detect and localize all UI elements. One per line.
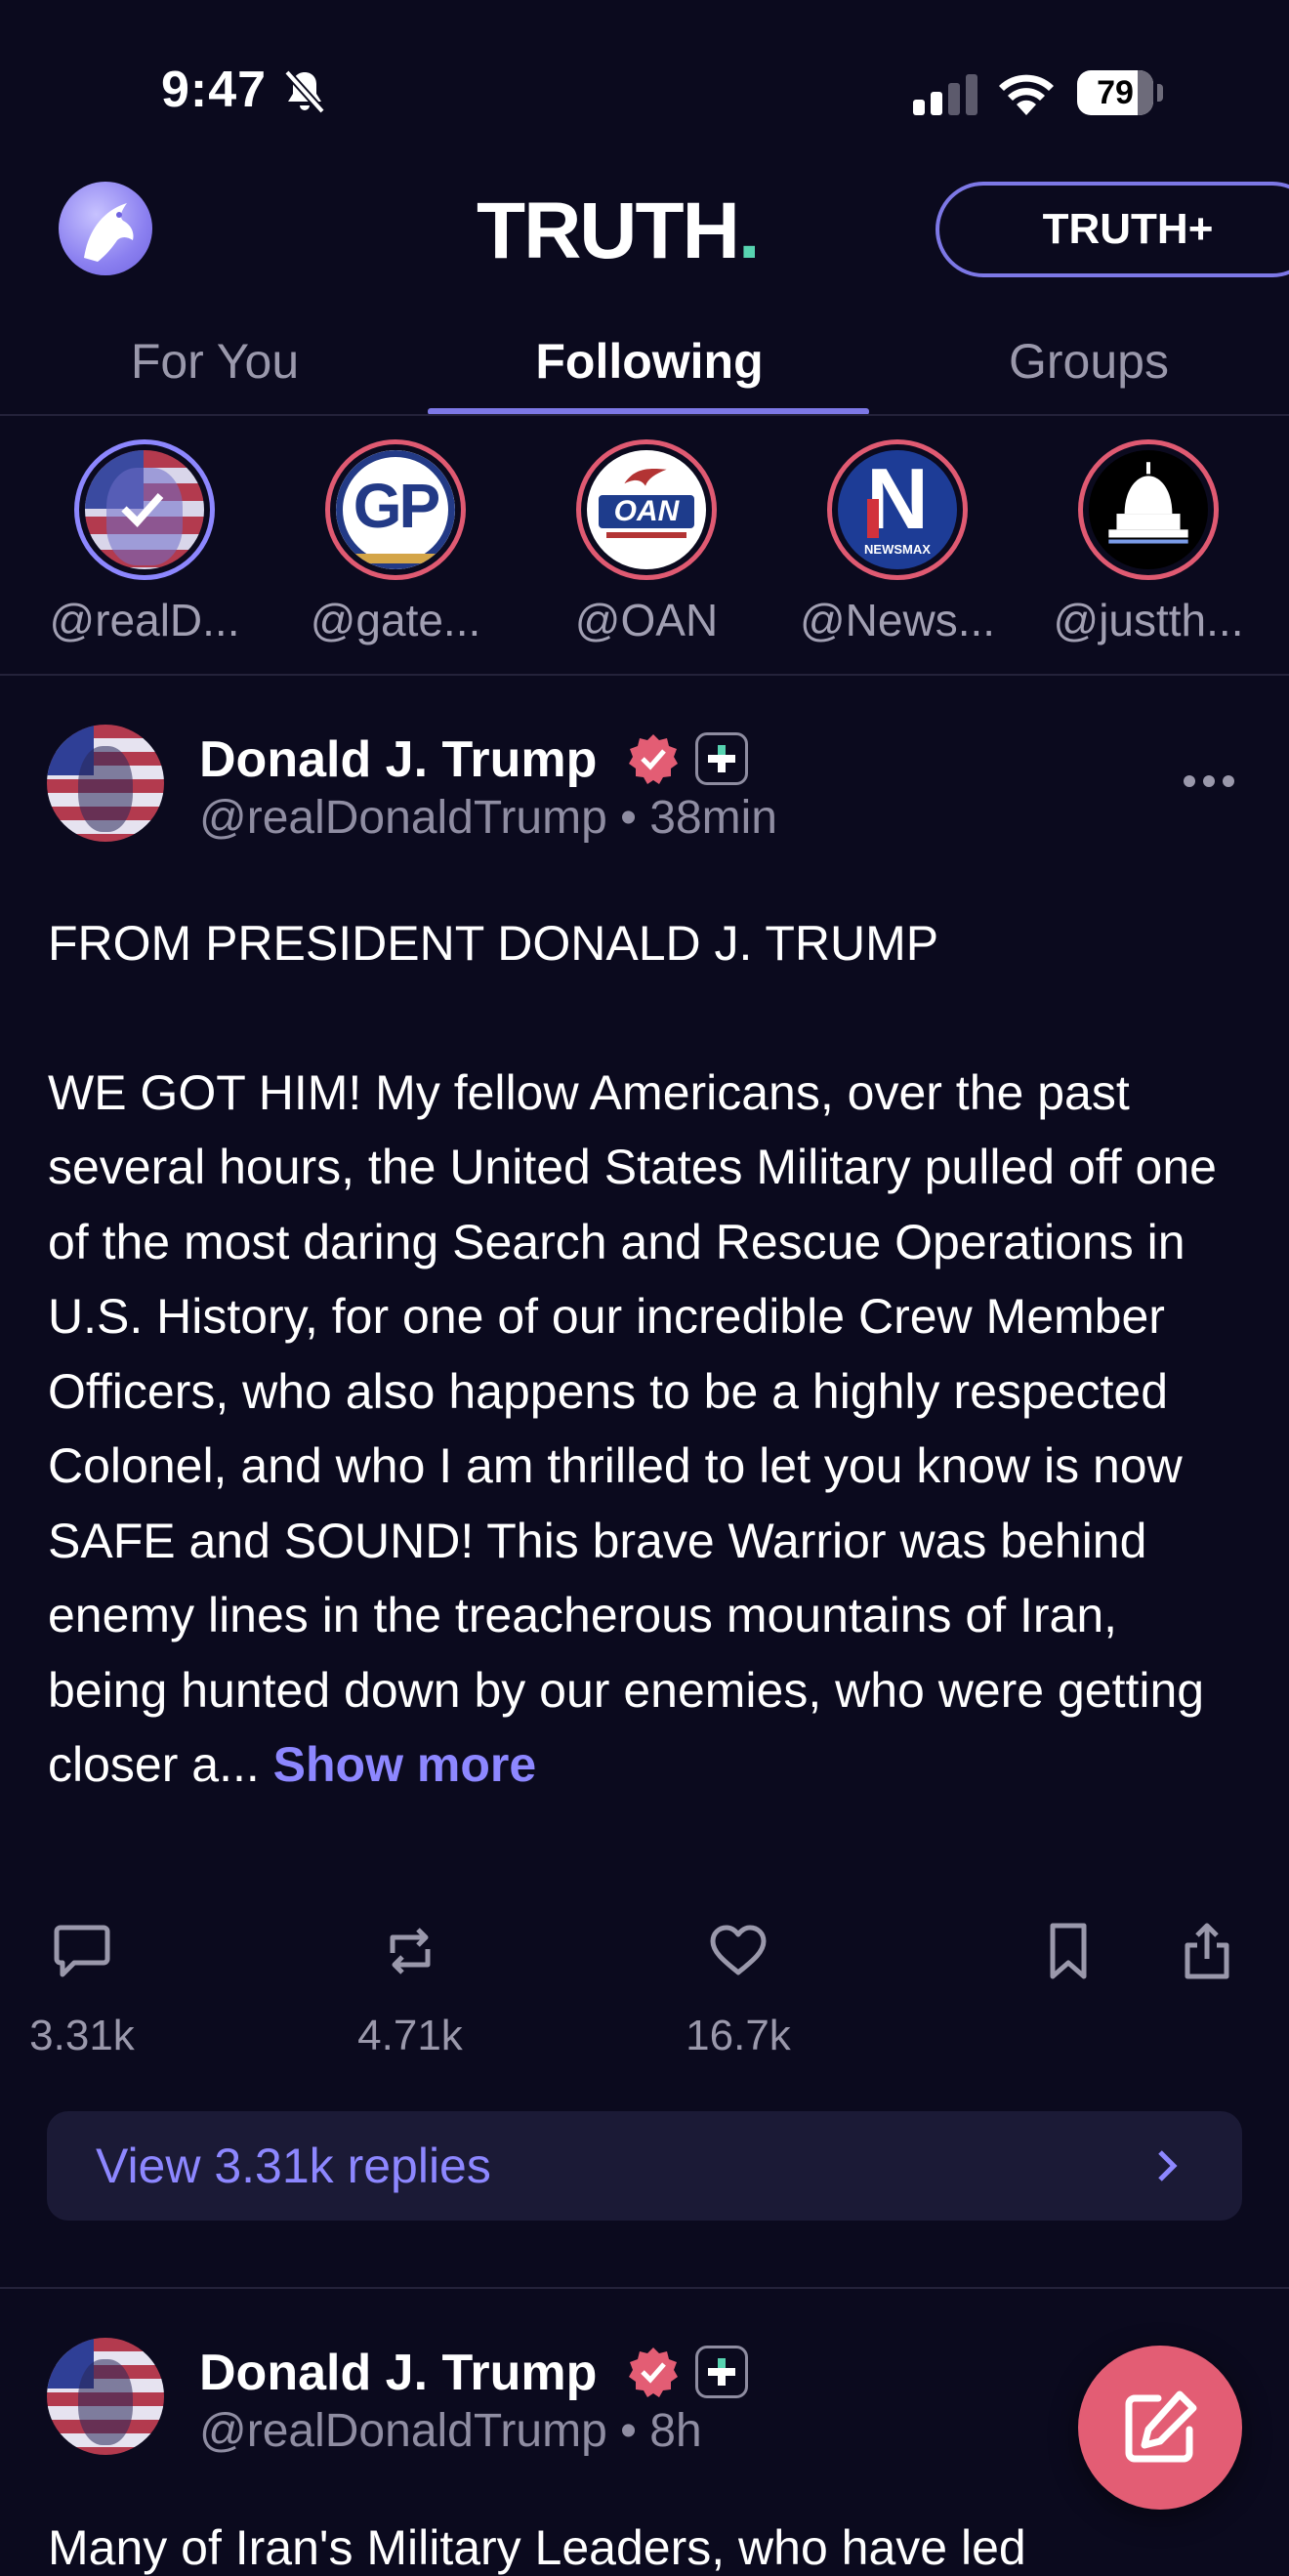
truth-plus-button[interactable]: TRUTH+	[936, 182, 1289, 277]
checkmark-icon	[121, 493, 164, 527]
post-body: FROM PRESIDENT DONALD J. TRUMP WE GOT HI…	[48, 906, 1249, 1803]
app-logo-avatar[interactable]	[59, 182, 152, 275]
capitol-dome-icon	[1108, 462, 1188, 544]
compose-icon	[1125, 2390, 1197, 2463]
story-gatewaypundit[interactable]: GP @gate...	[273, 439, 518, 654]
verified-badge-icon	[629, 2347, 678, 2397]
tab-for-you[interactable]: For You	[0, 322, 430, 416]
story-avatar: GP	[336, 450, 455, 569]
story-label: @gate...	[310, 595, 481, 645]
story-justthenews[interactable]: @justth...	[1026, 439, 1270, 654]
bookmark-icon[interactable]	[1037, 1920, 1100, 1982]
truth-plus-badge	[695, 2346, 748, 2398]
show-more-link[interactable]: Show more	[273, 1737, 536, 1792]
story-realdonaldtrump[interactable]: @realD...	[22, 439, 267, 654]
story-label: @realD...	[49, 595, 240, 645]
newsmax-logo-text: N	[866, 450, 929, 547]
post-author-handle: @realDonaldTrump • 38min	[199, 792, 777, 844]
post-author-name[interactable]: Donald J. Trump	[199, 2344, 597, 2402]
wifi-icon	[999, 74, 1054, 115]
view-replies-button[interactable]: View 3.31k replies	[47, 2111, 1242, 2221]
post-author-name[interactable]: Donald J. Trump	[199, 730, 597, 789]
bell-muted-icon	[284, 69, 325, 114]
gp-logo-text: GP	[353, 471, 440, 541]
share-icon[interactable]	[1176, 1920, 1238, 1982]
post-author-avatar[interactable]	[47, 2338, 164, 2455]
post-text: Many of Iran's Military Leaders, who hav…	[48, 2520, 1026, 2575]
tab-groups[interactable]: Groups	[869, 322, 1289, 416]
chevron-right-icon	[1158, 2150, 1178, 2181]
story-oan[interactable]: OAN @OAN	[524, 439, 769, 654]
post-author-handle: @realDonaldTrump • 8h	[199, 2405, 702, 2457]
story-avatar: N NEWSMAX	[838, 450, 957, 569]
heart-icon[interactable]	[707, 1920, 769, 1982]
story-label: @News...	[799, 595, 996, 645]
status-time: 9:47	[161, 62, 268, 118]
truth-wordmark: TRUTH.	[477, 187, 761, 275]
story-newsmax[interactable]: N NEWSMAX @News...	[775, 439, 1019, 654]
plus-icon	[708, 2358, 735, 2386]
view-replies-label: View 3.31k replies	[96, 2139, 491, 2193]
battery-indicator: 79	[1077, 70, 1163, 115]
story-avatar	[1089, 450, 1208, 569]
truth-plus-badge	[695, 732, 748, 785]
retruth-icon[interactable]	[379, 1920, 441, 1982]
more-options-icon[interactable]	[1182, 771, 1236, 791]
story-label: @justth...	[1053, 595, 1244, 645]
post-author-avatar[interactable]	[47, 725, 164, 842]
eagle-icon	[624, 468, 667, 486]
eagle-icon	[84, 203, 134, 262]
reply-count: 3.31k	[29, 2012, 135, 2059]
oan-logo-text: OAN	[599, 495, 694, 528]
battery-percent: 79	[1097, 74, 1134, 111]
divider	[0, 674, 1289, 676]
post-text-heading: FROM PRESIDENT DONALD J. TRUMP	[48, 916, 939, 971]
compose-button[interactable]	[1078, 2346, 1242, 2510]
divider	[0, 2287, 1289, 2289]
story-avatar: OAN	[587, 450, 706, 569]
plus-icon	[708, 745, 735, 772]
story-label: @OAN	[574, 595, 719, 645]
cellular-signal-icon	[913, 74, 977, 115]
tab-following[interactable]: Following	[430, 322, 869, 416]
like-count: 16.7k	[686, 2012, 791, 2059]
verified-badge-icon	[629, 734, 678, 784]
post-timestamp: • 38min	[620, 792, 777, 844]
story-avatar	[85, 450, 204, 569]
newsmax-subtext: NEWSMAX	[864, 542, 931, 557]
post-text: WE GOT HIM! My fellow Americans, over th…	[48, 1064, 1217, 1793]
post-timestamp: • 8h	[620, 2405, 702, 2457]
divider	[0, 414, 1289, 416]
reply-icon[interactable]	[51, 1920, 113, 1982]
retruth-count: 4.71k	[357, 2012, 463, 2059]
